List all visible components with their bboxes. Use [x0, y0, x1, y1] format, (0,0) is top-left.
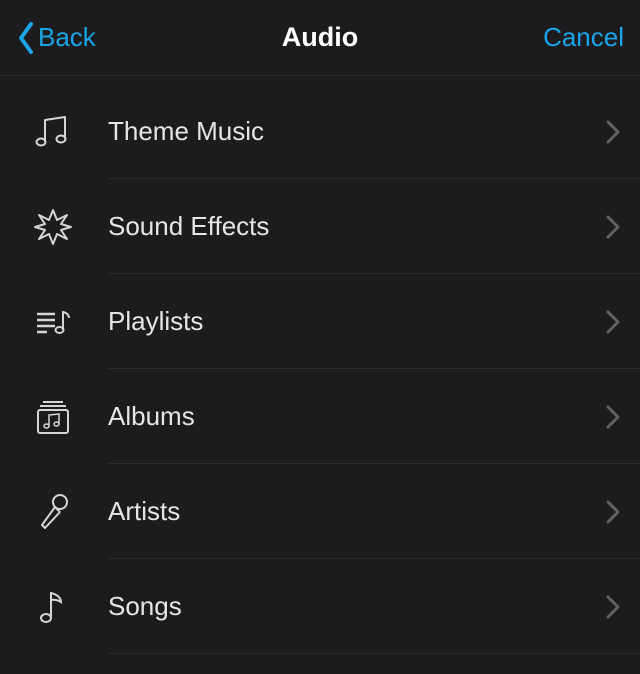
cancel-button[interactable]: Cancel	[543, 22, 624, 53]
chevron-right-icon	[606, 500, 620, 524]
row-theme-music[interactable]: Theme Music	[0, 84, 640, 179]
back-label: Back	[38, 22, 96, 53]
chevron-right-icon	[606, 215, 620, 239]
chevron-right-icon	[606, 310, 620, 334]
row-label: Theme Music	[108, 116, 606, 147]
row-songs[interactable]: Songs	[0, 559, 640, 654]
row-sound-effects[interactable]: Sound Effects	[0, 179, 640, 274]
album-icon	[28, 392, 78, 442]
row-label: Artists	[108, 496, 606, 527]
single-note-icon	[28, 582, 78, 632]
row-label: Songs	[108, 591, 606, 622]
burst-icon	[28, 202, 78, 252]
chevron-right-icon	[606, 405, 620, 429]
microphone-icon	[28, 487, 78, 537]
back-button[interactable]: Back	[16, 21, 96, 55]
navbar: Back Audio Cancel	[0, 0, 640, 76]
chevron-right-icon	[606, 120, 620, 144]
row-label: Albums	[108, 401, 606, 432]
row-label: Sound Effects	[108, 211, 606, 242]
page-title: Audio	[282, 22, 358, 53]
music-note-icon	[28, 107, 78, 157]
chevron-right-icon	[606, 595, 620, 619]
row-label: Playlists	[108, 306, 606, 337]
chevron-left-icon	[16, 21, 36, 55]
row-playlists[interactable]: Playlists	[0, 274, 640, 369]
audio-list: Theme Music Sound Effects Playlis	[0, 76, 640, 654]
row-albums[interactable]: Albums	[0, 369, 640, 464]
row-artists[interactable]: Artists	[0, 464, 640, 559]
playlist-icon	[28, 297, 78, 347]
